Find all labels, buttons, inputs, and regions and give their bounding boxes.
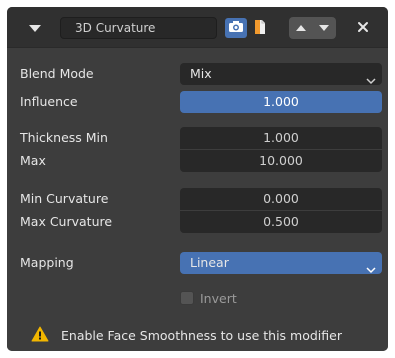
invert-checkbox[interactable]: [180, 291, 194, 305]
move-up-button[interactable]: [289, 17, 312, 39]
blend-mode-label: Blend Mode: [20, 66, 94, 81]
influence-label: Influence: [20, 94, 78, 109]
blend-mode-value: Mix: [190, 66, 212, 81]
warning-message: Enable Face Smoothness to use this modif…: [7, 320, 388, 351]
show-in-viewport-toggle[interactable]: [225, 18, 247, 38]
invert-label: Invert: [200, 290, 237, 306]
camera-icon: [228, 20, 244, 37]
min-curvature-field[interactable]: 0.000: [180, 188, 382, 210]
influence-slider[interactable]: 1.000: [180, 91, 382, 113]
move-down-button[interactable]: [312, 17, 335, 39]
chevron-down-icon: [366, 70, 376, 85]
min-curvature-label: Min Curvature: [20, 191, 109, 206]
visibility-toggles: [225, 17, 271, 39]
thickness-min-label: Thickness Min: [20, 130, 108, 145]
chevron-up-icon: [295, 21, 307, 35]
thickness-max-label: Max: [20, 153, 46, 168]
max-curvature-field[interactable]: 0.500: [180, 211, 382, 233]
mapping-label: Mapping: [20, 255, 74, 270]
modifier-panel: 3D Curvature Blend Mode Mix Influence 1.…: [7, 7, 388, 351]
chevron-down-icon[interactable]: [28, 23, 42, 33]
max-curvature-label: Max Curvature: [20, 214, 113, 229]
chevron-down-icon: [318, 21, 330, 35]
invert-checkbox-row[interactable]: Invert: [180, 288, 237, 308]
show-in-render-toggle[interactable]: [250, 18, 272, 38]
warning-text: Enable Face Smoothness to use this modif…: [61, 328, 342, 343]
thickness-max-field[interactable]: 10.000: [180, 150, 382, 172]
mapping-dropdown[interactable]: Linear: [180, 252, 382, 274]
mapping-value: Linear: [190, 255, 229, 270]
modifier-header: 3D Curvature: [7, 7, 388, 48]
remove-modifier-button[interactable]: [351, 17, 375, 39]
chevron-down-icon: [366, 259, 376, 274]
move-modifier-buttons: [289, 17, 336, 39]
close-icon: [357, 21, 369, 36]
thickness-min-field[interactable]: 1.000: [180, 127, 382, 149]
blend-mode-dropdown[interactable]: Mix: [180, 63, 382, 85]
document-icon: [253, 19, 267, 38]
modifier-name-field[interactable]: 3D Curvature: [60, 17, 217, 39]
warning-icon: [31, 326, 49, 345]
